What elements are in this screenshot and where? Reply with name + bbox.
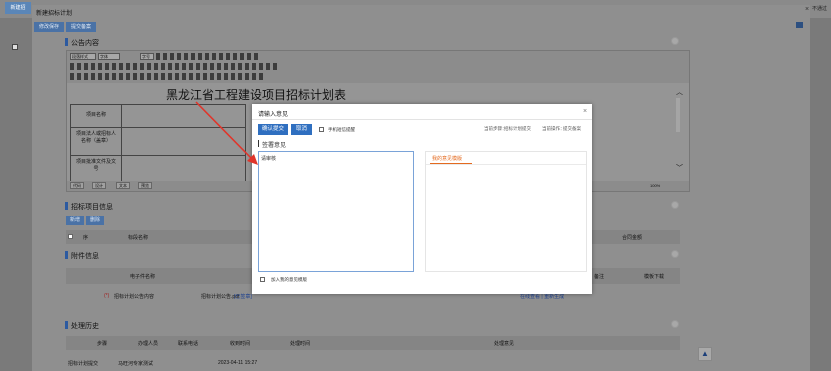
annotation-arrow xyxy=(195,101,258,165)
